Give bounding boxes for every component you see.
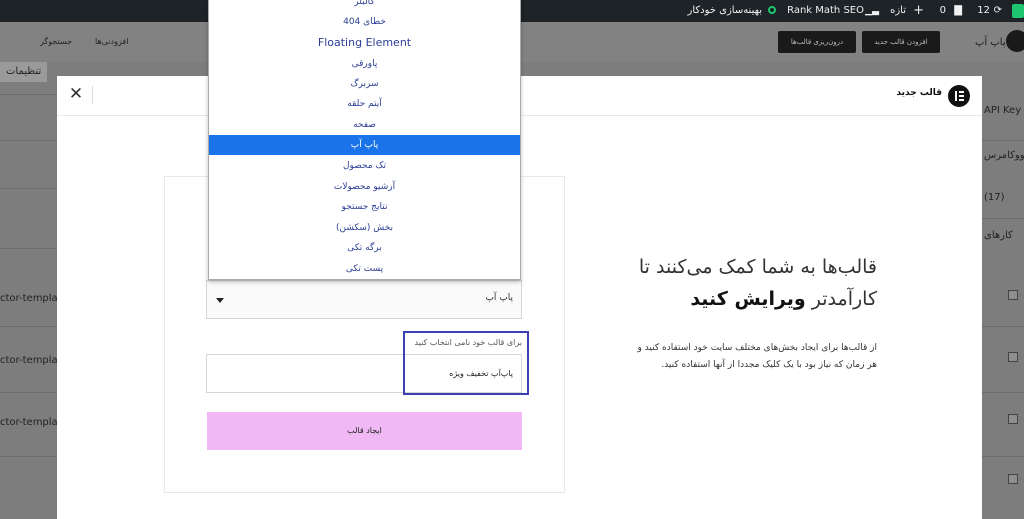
bg-divider [0,140,57,141]
bg-divider [982,392,1024,393]
new-label[interactable]: تازه [890,0,906,22]
bg-page-title: پاپ آپ [975,37,1006,48]
dropdown-option[interactable]: Floating Element [209,33,520,53]
dropdown-option[interactable]: آیتم حلقه [209,94,520,114]
bg-import-templates-button[interactable]: درون‌ریزی قالب‌ها [778,31,856,53]
plus-icon[interactable]: + [913,0,924,22]
bg-count-label: (17) [984,192,1005,203]
header-divider [92,86,93,104]
dropdown-option-selected[interactable]: پاپ آپ [209,135,520,155]
optimize-status-icon [768,0,776,22]
dropdown-option[interactable]: کالبلر [209,0,520,12]
annotation-highlight-box [403,331,529,395]
dropdown-option[interactable]: تک محصول [209,156,520,176]
comment-icon[interactable]: ▇ [954,0,962,22]
modal-title: قالب جدید [896,88,942,98]
promo-title-normal: کارآمدتر [811,288,877,310]
updates-count[interactable]: 12 [977,0,990,22]
dropdown-option[interactable]: آرشیو محصولات [209,177,520,197]
dropdown-option[interactable]: نتایج جستجو [209,197,520,217]
dropdown-option[interactable]: سربرگ [209,74,520,94]
bg-divider [982,140,1024,141]
bg-divider [982,218,1024,219]
dropdown-option[interactable]: خطای 404 [209,12,520,32]
bg-divider [0,248,57,249]
optimize-label[interactable]: بهینه‌سازی خودکار [688,0,763,22]
dropdown-option[interactable]: پاورقی [209,54,520,74]
dropdown-option[interactable]: صفحه [209,115,520,135]
bg-templates-label: کارهای [984,230,1013,241]
refresh-icon[interactable]: ⟳ [994,0,1002,22]
bg-divider [982,326,1024,327]
promo-title-bold: ویرایش کنید [690,288,806,310]
bg-row-checkbox[interactable] [1008,474,1018,484]
dropdown-option[interactable]: پست تکی [209,259,520,279]
chevron-down-icon [216,298,224,303]
template-type-dropdown[interactable]: کالبلر خطای 404 Floating Element پاورقی … [208,0,521,280]
chart-icon: ▁▃ [865,6,879,16]
bg-add-template-button[interactable]: افزودن قالب جدید [862,31,940,53]
rank-math-label[interactable]: Rank Math SEO [787,0,864,22]
bg-woocommerce-label: ووکامرس [984,150,1024,161]
comments-count[interactable]: 0 [940,0,946,22]
status-badge[interactable] [1012,4,1024,18]
promo-description: از قالب‌ها برای ایجاد بخش‌های مختلف سایت… [637,343,877,370]
elementor-logo-bg [1006,30,1024,52]
promo-title: قالب‌ها به شما کمک می‌کنند تا کارآمدتر و… [617,251,877,315]
create-template-button[interactable]: ایجاد قالب [207,412,522,450]
template-type-select[interactable]: پاپ آپ [206,280,522,319]
promo-title-line1: قالب‌ها به شما کمک می‌کنند تا [638,256,877,278]
bg-tools-label[interactable]: افزودنی‌ها [95,37,128,46]
bg-divider [0,188,57,189]
bg-row-checkbox[interactable] [1008,352,1018,362]
bg-search-label[interactable]: جستجوگر [40,37,72,46]
bg-settings-tab[interactable]: تنظیمات [0,62,48,82]
bg-divider [982,456,1024,457]
bg-row-checkbox[interactable] [1008,290,1018,300]
dropdown-option[interactable]: بخش (سکشن) [209,218,520,238]
bg-api-key-label: API Key [984,105,1022,116]
bg-divider [0,392,57,393]
bg-divider [0,94,57,95]
select-value: پاپ آپ [485,293,513,303]
promo-title-line2: کارآمدتر ویرایش کنید [617,283,877,315]
bg-divider [0,456,57,457]
bg-row-checkbox[interactable] [1008,414,1018,424]
close-icon[interactable]: ✕ [67,85,85,103]
bg-divider [0,326,57,327]
elementor-logo-icon [948,85,970,107]
dropdown-option[interactable]: برگه تکی [209,238,520,258]
